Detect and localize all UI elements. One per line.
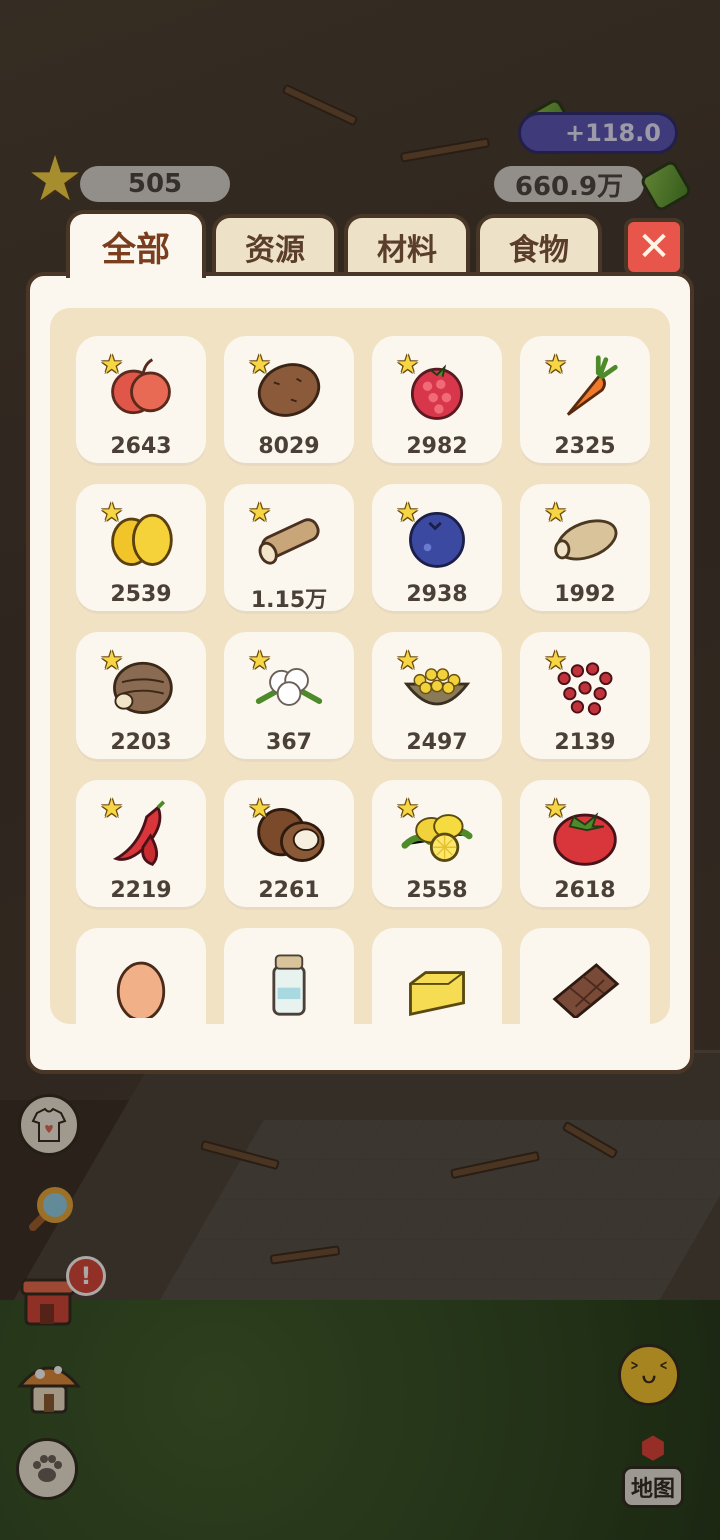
- item-count: 2219: [110, 878, 172, 903]
- star-icon: ★: [544, 794, 568, 824]
- item-count: 2558: [406, 878, 468, 903]
- inventory-item-chili-pepper[interactable]: ★ 2219: [76, 780, 206, 910]
- inventory-item-egg[interactable]: [76, 928, 206, 1024]
- item-count: 1992: [554, 582, 616, 607]
- milk-bottle-icon: [272, 954, 306, 1016]
- item-count: 2618: [554, 878, 616, 903]
- star-icon: ★: [248, 350, 272, 380]
- item-count: 2643: [110, 434, 172, 459]
- star-icon: ★: [544, 350, 568, 380]
- item-count: 8029: [258, 434, 320, 459]
- item-count: 367: [266, 730, 312, 755]
- item-count: 2539: [110, 582, 172, 607]
- inventory-item-milk-bottle[interactable]: [224, 928, 354, 1024]
- inventory-item-cotton[interactable]: ★ 367: [224, 632, 354, 762]
- star-icon: ★: [100, 794, 124, 824]
- star-icon: ★: [396, 794, 420, 824]
- star-icon: ★: [100, 646, 124, 676]
- inventory-item-corn-bowl[interactable]: ★ 2497: [372, 632, 502, 762]
- star-icon: ★: [396, 350, 420, 380]
- star-icon: ★: [100, 498, 124, 528]
- tab-materials[interactable]: 材料: [344, 214, 470, 276]
- tab-resources[interactable]: 资源: [212, 214, 338, 276]
- item-count: 2203: [110, 730, 172, 755]
- butter-icon: [409, 971, 465, 1016]
- inventory-item-red-berries[interactable]: ★ 2139: [520, 632, 650, 762]
- inventory-item-tomato[interactable]: ★ 2618: [520, 780, 650, 910]
- star-icon: ★: [248, 498, 272, 528]
- star-icon: ★: [544, 646, 568, 676]
- star-icon: ★: [544, 498, 568, 528]
- inventory-item-coconut[interactable]: ★ 2261: [224, 780, 354, 910]
- inventory-item-blueberry[interactable]: ★ 2938: [372, 484, 502, 614]
- item-count: 2261: [258, 878, 320, 903]
- item-grid: ★ 2643 ★ 8029 ★ 2982 ★ 2325 ★ 2539 ★ 1.15万 ★ 2938 ★ 199…: [76, 336, 652, 1024]
- close-icon: ✕: [637, 224, 671, 270]
- item-count: 2139: [554, 730, 616, 755]
- close-button[interactable]: ✕: [624, 218, 684, 276]
- inventory-item-apple[interactable]: ★ 2643: [76, 336, 206, 466]
- star-icon: ★: [248, 646, 272, 676]
- tab-food[interactable]: 食物: [476, 214, 602, 276]
- inventory-item-log[interactable]: ★ 1.15万: [224, 484, 354, 614]
- item-count: 2938: [406, 582, 468, 607]
- egg-icon: [116, 961, 166, 1018]
- inventory-item-sweet-potato[interactable]: ★ 8029: [224, 336, 354, 466]
- inventory-item-butter[interactable]: [372, 928, 502, 1024]
- inventory-item-chocolate[interactable]: [520, 928, 650, 1024]
- inventory-item-mango[interactable]: ★ 2539: [76, 484, 206, 614]
- inventory-item-lemon[interactable]: ★ 2558: [372, 780, 502, 910]
- inventory-panel: ★ 2643 ★ 8029 ★ 2982 ★ 2325 ★ 2539 ★ 1.15万 ★ 2938 ★ 199…: [26, 272, 694, 1074]
- item-count: 2982: [406, 434, 468, 459]
- star-icon: ★: [396, 646, 420, 676]
- inventory-item-yam[interactable]: ★ 1992: [520, 484, 650, 614]
- inventory-item-raspberry[interactable]: ★ 2982: [372, 336, 502, 466]
- item-count: 2325: [554, 434, 616, 459]
- star-icon: ★: [396, 498, 420, 528]
- star-icon: ★: [248, 794, 272, 824]
- inventory-list[interactable]: ★ 2643 ★ 8029 ★ 2982 ★ 2325 ★ 2539 ★ 1.15万 ★ 2938 ★ 199…: [50, 308, 670, 1024]
- star-icon: ★: [100, 350, 124, 380]
- inventory-item-taro[interactable]: ★ 2203: [76, 632, 206, 762]
- inventory-item-carrot[interactable]: ★ 2325: [520, 336, 650, 466]
- chocolate-icon: [552, 963, 620, 1018]
- item-count: 1.15万: [250, 588, 328, 613]
- item-count: 2497: [406, 730, 468, 755]
- tab-all[interactable]: 全部: [66, 210, 206, 278]
